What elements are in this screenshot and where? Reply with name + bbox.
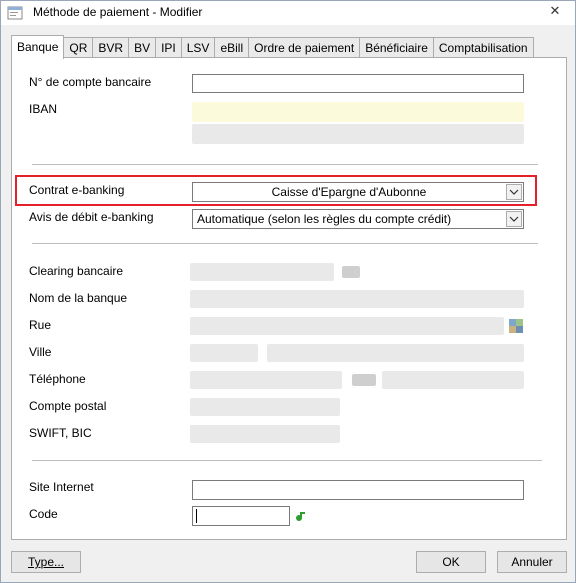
ebanking-contract-select[interactable]: Caisse d'Epargne d'Aubonne [192, 182, 524, 202]
cancel-button-label: Annuler [511, 555, 553, 569]
divider [32, 460, 542, 461]
code-field[interactable] [192, 506, 290, 526]
tab-bvr[interactable]: BVR [92, 37, 130, 58]
map-icon[interactable] [509, 319, 523, 333]
key-icon[interactable] [295, 510, 307, 522]
tab-beneficiaire[interactable]: Bénéficiaire [359, 37, 434, 58]
chevron-down-icon[interactable] [506, 211, 522, 227]
phone-label: Téléphone [29, 372, 86, 386]
city-label: Ville [29, 345, 52, 359]
street-field-redacted[interactable] [190, 317, 504, 335]
type-button-label: Type... [27, 555, 65, 569]
phone-field-redacted[interactable] [190, 371, 342, 389]
type-button[interactable]: Type... [11, 551, 81, 573]
debit-notice-select[interactable]: Automatique (selon les règles du compte … [192, 209, 524, 229]
tab-ebill[interactable]: eBill [214, 37, 250, 58]
fax-label-redacted [352, 374, 376, 386]
ok-button[interactable]: OK [416, 551, 486, 573]
banque-panel: N° de compte bancaire IBAN Contrat e-ban… [11, 57, 567, 540]
iban-field-redacted[interactable] [192, 102, 524, 122]
app-window-icon [7, 5, 23, 21]
iban-label: IBAN [29, 102, 58, 116]
divider [32, 243, 538, 244]
swift-label: SWIFT, BIC [29, 426, 92, 440]
close-icon[interactable]: ✕ [545, 3, 565, 21]
account-number-label: N° de compte bancaire [29, 75, 152, 89]
city-field-redacted[interactable] [267, 344, 524, 362]
website-field[interactable] [192, 480, 524, 500]
ok-button-label: OK [442, 555, 460, 569]
dialog-window: Méthode de paiement - Modifier ✕ Banque … [0, 0, 576, 583]
debit-notice-label: Avis de débit e-banking [29, 210, 154, 224]
code-label: Code [29, 507, 58, 521]
tab-banque[interactable]: Banque [11, 35, 65, 59]
website-label: Site Internet [29, 480, 94, 494]
tab-lsv[interactable]: LSV [180, 37, 216, 58]
debit-notice-value: Automatique (selon les règles du compte … [197, 212, 452, 226]
bank-name-label: Nom de la banque [29, 291, 128, 305]
account-number-field[interactable] [192, 74, 524, 93]
divider [32, 164, 538, 165]
chevron-down-icon[interactable] [506, 184, 522, 200]
fax-field-redacted[interactable] [382, 371, 524, 389]
window-title: Méthode de paiement - Modifier [33, 5, 203, 19]
iban-line2-redacted [192, 124, 524, 144]
clearing-label: Clearing bancaire [29, 264, 124, 278]
bank-name-field-redacted[interactable] [190, 290, 524, 308]
postal-account-label: Compte postal [29, 399, 107, 413]
postal-account-field-redacted[interactable] [190, 398, 340, 416]
tab-ipi[interactable]: IPI [155, 37, 182, 58]
swift-field-redacted[interactable] [190, 425, 340, 443]
clearing-field-redacted[interactable] [190, 263, 334, 281]
zip-field-redacted[interactable] [190, 344, 258, 362]
tab-ordre-de-paiement[interactable]: Ordre de paiement [248, 37, 361, 58]
text-cursor [196, 509, 197, 523]
ebanking-contract-value: Caisse d'Epargne d'Aubonne [271, 185, 427, 199]
tab-comptabilisation[interactable]: Comptabilisation [432, 37, 534, 58]
tab-strip: Banque QR BVR BV IPI LSV eBill Ordre de … [11, 35, 534, 59]
clearing-extra-redacted [342, 266, 360, 278]
ebanking-contract-label: Contrat e-banking [29, 183, 125, 197]
cancel-button[interactable]: Annuler [497, 551, 567, 573]
tab-bv[interactable]: BV [128, 37, 157, 58]
tab-qr[interactable]: QR [63, 37, 94, 58]
street-label: Rue [29, 318, 52, 332]
title-bar: Méthode de paiement - Modifier ✕ [1, 1, 575, 25]
